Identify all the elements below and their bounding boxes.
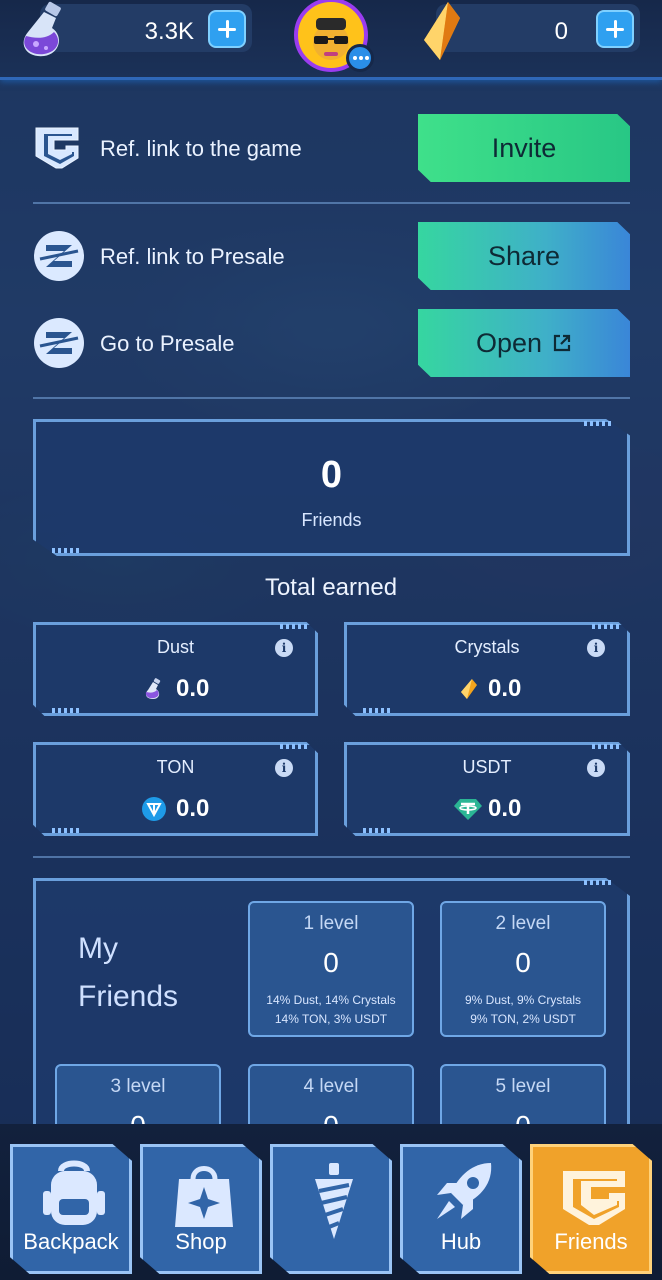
panel-decoration — [584, 880, 612, 885]
presale-logo-icon — [34, 318, 84, 368]
go-to-presale-label: Go to Presale — [100, 331, 235, 356]
info-icon[interactable]: i — [275, 759, 293, 777]
divider — [33, 202, 630, 204]
shopping-bag-icon — [175, 1166, 233, 1227]
total-earned-title: Total earned — [264, 574, 398, 601]
nav-hub-label: Hub — [440, 1229, 482, 1254]
add-crystal-button[interactable] — [596, 10, 634, 48]
level-reward-desc: 9% Dust, 9% Crystals 9% TON, 2% USDT — [442, 991, 604, 1029]
ref-link-game-label: Ref. link to the game — [100, 136, 302, 161]
nav-friends-label: Friends — [554, 1229, 628, 1254]
earned-dust-name: Dust — [156, 637, 194, 657]
backpack-icon — [43, 1160, 105, 1225]
share-button-label: Share — [487, 240, 561, 271]
level-name: 3 level — [110, 1076, 166, 1097]
divider — [33, 397, 630, 399]
level-reward-line2: 9% TON, 2% USDT — [470, 1012, 576, 1026]
nav-hub[interactable]: Hub — [400, 1144, 522, 1274]
level-name: 2 level — [495, 913, 551, 934]
panel-decoration — [52, 548, 80, 553]
open-presale-button[interactable]: Open — [418, 309, 630, 377]
panel-decoration — [363, 708, 391, 713]
info-icon[interactable]: i — [587, 759, 605, 777]
earned-usdt-name: USDT — [462, 757, 512, 777]
level-reward-desc: 14% Dust, 14% Crystals 14% TON, 3% USDT — [250, 991, 412, 1029]
nav-drill[interactable] — [270, 1144, 392, 1274]
level-reward-line1: 9% Dust, 9% Crystals — [464, 993, 582, 1007]
panel-decoration — [280, 624, 308, 629]
friends-count-panel: 0 Friends — [33, 419, 630, 556]
ref-link-presale-label: Ref. link to Presale — [100, 244, 285, 269]
level-reward-line1: 14% Dust, 14% Crystals — [266, 993, 396, 1007]
level-count: 0 — [515, 947, 531, 978]
friends-count-value: 0 — [320, 454, 343, 496]
presale-logo-icon — [34, 231, 84, 281]
drill-icon — [315, 1163, 353, 1239]
crystal-balance-value: 0 — [554, 18, 568, 45]
panel-decoration — [52, 828, 80, 833]
share-button[interactable]: Share — [418, 222, 630, 290]
level-name: 5 level — [495, 1076, 551, 1097]
invite-button[interactable]: Invite — [418, 114, 630, 182]
nav-backpack-label: Backpack — [23, 1229, 119, 1254]
panel-decoration — [363, 828, 391, 833]
info-icon[interactable]: i — [587, 639, 605, 657]
potion-flask-icon — [145, 678, 161, 699]
my-friends-title: My Friends — [78, 925, 178, 1021]
my-friends-title-line1: My — [78, 932, 118, 965]
earned-ton-card: TON i 0.0 — [33, 742, 318, 836]
earned-ton-value: 0.0 — [176, 795, 210, 822]
usdt-icon — [454, 799, 482, 820]
potion-flask-icon — [23, 1, 61, 57]
panel-decoration — [592, 744, 620, 749]
level-name: 1 level — [303, 913, 359, 934]
friends-g-icon — [563, 1171, 625, 1225]
level-2-card[interactable]: 2 level 0 9% Dust, 9% Crystals 9% TON, 2… — [440, 901, 606, 1037]
dust-balance-value: 3.3K — [144, 18, 194, 45]
invite-button-label: Invite — [491, 132, 557, 163]
earned-crystals-value: 0.0 — [488, 675, 522, 702]
friends-count-label: Friends — [301, 510, 362, 530]
add-dust-button[interactable] — [208, 10, 246, 48]
panel-decoration — [52, 708, 80, 713]
earned-ton-name: TON — [156, 757, 195, 777]
game-logo-icon — [35, 127, 79, 169]
earned-dust-value: 0.0 — [176, 675, 210, 702]
top-bar: 3.3K 0 — [0, 0, 662, 80]
crystal-balance-pill: 0 — [436, 4, 640, 52]
earned-usdt-card: USDT i 0.0 — [344, 742, 630, 836]
crystal-icon — [461, 679, 477, 699]
panel-decoration — [280, 744, 308, 749]
level-1-card[interactable]: 1 level 0 14% Dust, 14% Crystals 14% TON… — [248, 901, 414, 1037]
open-button-label: Open — [475, 327, 543, 358]
level-reward-line2: 14% TON, 3% USDT — [274, 1012, 388, 1026]
bottom-nav: Backpack Shop Hub Friends — [0, 1124, 662, 1280]
info-icon[interactable]: i — [275, 639, 293, 657]
nav-friends[interactable]: Friends — [530, 1144, 652, 1274]
nav-shop[interactable]: Shop — [140, 1144, 262, 1274]
divider — [33, 856, 630, 858]
nav-shop-label: Shop — [175, 1229, 227, 1254]
external-link-icon — [553, 334, 571, 352]
level-name: 4 level — [303, 1076, 359, 1097]
panel-decoration — [592, 624, 620, 629]
earned-usdt-value: 0.0 — [488, 795, 522, 822]
earned-dust-card: Dust i 0.0 — [33, 622, 318, 716]
ton-icon — [142, 797, 166, 821]
more-dots-icon[interactable] — [346, 44, 374, 72]
panel-decoration — [584, 421, 612, 426]
my-friends-title-line2: Friends — [78, 980, 179, 1013]
earned-crystals-card: Crystals i 0.0 — [344, 622, 630, 716]
level-count: 0 — [323, 947, 339, 978]
nav-backpack[interactable]: Backpack — [10, 1144, 132, 1274]
rocket-icon — [437, 1163, 492, 1219]
crystal-icon — [424, 2, 460, 60]
earned-crystals-name: Crystals — [454, 637, 520, 657]
